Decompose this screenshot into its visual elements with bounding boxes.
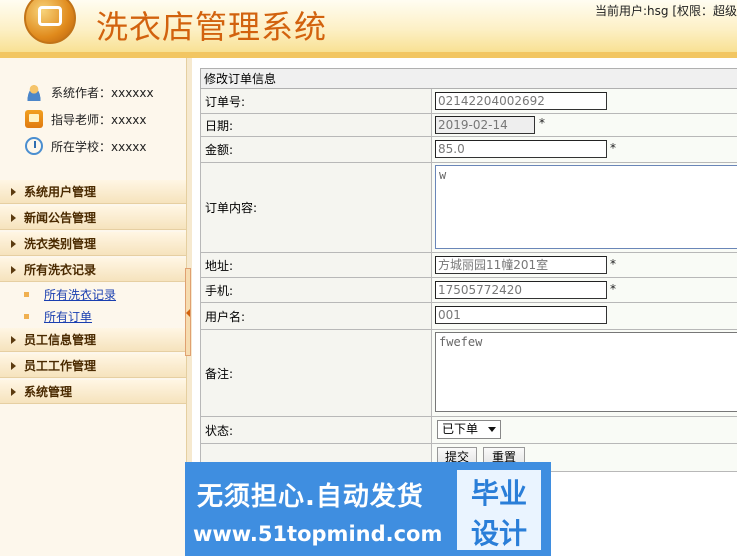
bullet-icon — [24, 313, 29, 319]
arrow-right-icon — [11, 335, 16, 344]
content-textarea[interactable]: w — [435, 165, 737, 249]
watermark-badge-line1: 毕业 — [470, 477, 527, 510]
watermark-slogan: 无须担心.自动发货 — [197, 482, 424, 512]
username-label: 用户名: — [201, 303, 432, 329]
required-mark: * — [539, 116, 545, 130]
status-label: 状态: — [201, 417, 432, 443]
user-icon — [25, 83, 43, 101]
header: 洗衣店管理系统 当前用户:hsg [权限：超级 — [0, 0, 737, 58]
form-title: 修改订单信息 — [200, 68, 737, 89]
menu-laundry-categories[interactable]: 洗衣类别管理 — [0, 232, 186, 256]
submenu-all-orders[interactable]: 所有订单 — [24, 306, 92, 326]
arrow-right-icon — [11, 387, 16, 396]
content-label: 订单内容: — [201, 163, 432, 252]
school-label: 所在学校：xxxxx — [51, 139, 147, 154]
date-label: 日期: — [201, 114, 432, 136]
author-info: 系统作者：xxxxxx — [25, 82, 154, 102]
submenu-all-records[interactable]: 所有洗衣记录 — [24, 284, 116, 304]
watermark-banner: 无须担心.自动发货 www.51topmind.com 毕业 设计 — [185, 462, 551, 556]
address-input[interactable]: 方城丽园11幢201室 — [435, 256, 607, 274]
date-input[interactable]: 2019-02-14 — [435, 116, 535, 134]
submenu-link[interactable]: 所有订单 — [44, 308, 92, 325]
school-icon — [25, 137, 43, 155]
app-title: 洗衣店管理系统 — [96, 8, 328, 46]
menu-label: 员工工作管理 — [24, 359, 97, 373]
arrow-right-icon — [11, 361, 16, 370]
menu-employee-work[interactable]: 员工工作管理 — [0, 354, 186, 378]
row-status: 状态: 已下单 — [200, 417, 737, 444]
required-mark: * — [610, 257, 616, 271]
watermark-url: www.51topmind.com — [193, 522, 443, 546]
row-amount: 金额: 85.0 * — [200, 137, 737, 163]
current-user-info: 当前用户:hsg [权限：超级 — [594, 4, 737, 18]
remark-label: 备注: — [201, 330, 432, 416]
username-input[interactable]: 001 — [435, 306, 607, 324]
teacher-icon — [25, 110, 43, 128]
required-mark: * — [610, 141, 616, 155]
submenu-link[interactable]: 所有洗衣记录 — [44, 286, 116, 303]
menu-laundry-records[interactable]: 所有洗衣记录 — [0, 258, 186, 282]
menu-label: 系统用户管理 — [24, 185, 97, 199]
menu-news[interactable]: 新闻公告管理 — [0, 206, 186, 230]
arrow-right-icon — [11, 213, 16, 222]
menu-label: 洗衣类别管理 — [24, 237, 97, 251]
school-info: 所在学校：xxxxx — [25, 136, 147, 156]
watermark-badge: 毕业 设计 — [457, 470, 541, 550]
amount-input[interactable]: 85.0 — [435, 140, 607, 158]
status-select[interactable]: 已下单 — [437, 420, 501, 439]
sidebar: 系统作者：xxxxxx 指导老师：xxxxx 所在学校：xxxxx 系统用户管理… — [0, 58, 186, 556]
phone-input[interactable]: 17505772420 — [435, 281, 607, 299]
address-label: 地址: — [201, 253, 432, 277]
chevron-down-icon — [488, 427, 496, 432]
logo-icon — [24, 0, 76, 44]
teacher-info: 指导老师：xxxxx — [25, 109, 147, 129]
row-username: 用户名: 001 — [200, 303, 737, 330]
row-date: 日期: 2019-02-14 * — [200, 114, 737, 137]
order-no-label: 订单号: — [201, 89, 432, 113]
menu-label: 新闻公告管理 — [24, 211, 97, 225]
arrow-right-icon — [11, 265, 16, 274]
collapse-sidebar-toggle[interactable] — [185, 268, 191, 356]
menu-label: 系统管理 — [24, 385, 73, 399]
required-mark: * — [610, 282, 616, 296]
row-phone: 手机: 17505772420 * — [200, 278, 737, 303]
author-label: 系统作者：xxxxxx — [51, 85, 154, 100]
menu-system-admin[interactable]: 系统管理 — [0, 380, 186, 404]
amount-label: 金额: — [201, 137, 432, 162]
menu-employee-info[interactable]: 员工信息管理 — [0, 328, 186, 352]
row-address: 地址: 方城丽园11幢201室 * — [200, 253, 737, 278]
arrow-right-icon — [11, 239, 16, 248]
watermark-badge-line2: 设计 — [470, 517, 527, 550]
status-selected: 已下单 — [442, 422, 479, 436]
row-remark: 备注: fwefew — [200, 330, 737, 417]
bullet-icon — [24, 291, 29, 297]
row-order-no: 订单号: 02142204002692 — [200, 89, 737, 114]
arrow-right-icon — [11, 187, 16, 196]
teacher-label: 指导老师：xxxxx — [51, 112, 147, 127]
row-content: 订单内容: w — [200, 163, 737, 253]
order-no-input[interactable]: 02142204002692 — [435, 92, 607, 110]
phone-label: 手机: — [201, 278, 432, 302]
menu-label: 员工信息管理 — [24, 333, 97, 347]
remark-textarea[interactable]: fwefew — [435, 332, 737, 412]
menu-system-users[interactable]: 系统用户管理 — [0, 180, 186, 204]
menu-label: 所有洗衣记录 — [24, 263, 97, 277]
